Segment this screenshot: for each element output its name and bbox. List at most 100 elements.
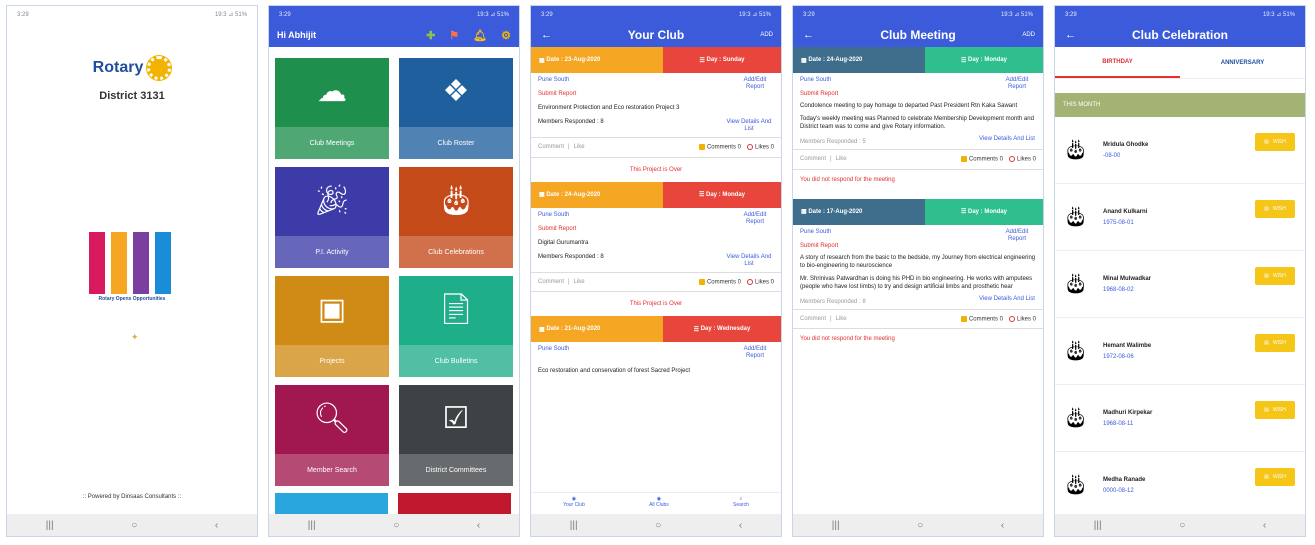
date-label: ▦ Date : 23-Aug-2020 xyxy=(531,47,663,73)
back-button[interactable]: ‹ xyxy=(739,520,742,531)
wish-button[interactable]: ▤ WISH xyxy=(1255,401,1295,419)
comment-button[interactable]: Comment xyxy=(800,316,826,322)
tile-p-i-activity[interactable]: 🎉︎ P.I. Activity xyxy=(275,167,389,268)
cake-icon: 🎂︎ xyxy=(436,184,476,217)
app-bar: ← Your Club ADD xyxy=(531,23,781,47)
submit-report-link[interactable]: Submit Report xyxy=(538,226,774,232)
like-button[interactable]: Like xyxy=(574,279,585,285)
response-note: You did not respond for the meeting xyxy=(800,336,895,343)
greeting: Hi Abhijit xyxy=(277,30,317,40)
home-button[interactable]: ○ xyxy=(393,520,399,531)
tile-club-roster[interactable]: ❖ Club Roster xyxy=(399,58,513,159)
rotary-wheel-icon[interactable]: ⚙ xyxy=(501,29,511,42)
home-button[interactable]: ○ xyxy=(917,520,923,531)
date-row: ▦ Date : 17-Aug-2020 ☰ Day : Monday xyxy=(793,198,1043,225)
comments-count[interactable]: Comments 0 xyxy=(960,156,1003,163)
likes-count[interactable]: Likes 0 xyxy=(746,144,774,151)
tile-club-celebrations[interactable]: 🎂︎ Club Celebrations xyxy=(399,167,513,268)
recents-button[interactable]: ||| xyxy=(308,520,316,531)
tile-member-search[interactable]: 🔍︎ Member Search xyxy=(275,385,389,486)
back-button[interactable]: ‹ xyxy=(215,520,218,531)
club-name: Pune South xyxy=(538,346,570,353)
view-details-link[interactable]: View Details And List xyxy=(978,136,1036,143)
wish-button[interactable]: ▤ WISH xyxy=(1255,133,1295,151)
wish-button[interactable]: ▤ WISH xyxy=(1255,200,1295,218)
tile-label: Club Bulletins xyxy=(399,345,513,377)
add-edit-report-link[interactable]: Add/Edit Report xyxy=(736,77,774,91)
add-edit-report-link[interactable]: Add/Edit Report xyxy=(736,346,774,360)
party-popper-icon: 🎉︎ xyxy=(312,184,352,217)
submit-report-link[interactable]: Submit Report xyxy=(800,91,1036,97)
like-button[interactable]: Like xyxy=(836,156,847,162)
submit-report-link[interactable]: Submit Report xyxy=(800,243,1036,249)
person-date: 1972-08-06 xyxy=(1103,353,1134,360)
likes-count[interactable]: Likes 0 xyxy=(1008,315,1036,322)
tile-district-committees[interactable]: ☑ District Committees xyxy=(399,385,513,486)
nav-all-clubs[interactable]: ◉ All Clubs xyxy=(649,493,669,514)
meeting-details: Mr. Shrinivas Patwardhan is doing his PH… xyxy=(800,275,1033,290)
comments-count[interactable]: Comments 0 xyxy=(698,278,741,285)
person-name: Madhuri Kirpekar xyxy=(1103,409,1153,416)
add-button[interactable]: ADD xyxy=(1022,32,1035,38)
club-name: Pune South xyxy=(538,77,570,83)
person-name: Mridula Ghodke xyxy=(1103,141,1149,148)
comment-button[interactable]: Comment xyxy=(538,144,564,150)
likes-count[interactable]: Likes 0 xyxy=(746,278,774,285)
comment-button[interactable]: Comment xyxy=(538,279,564,285)
view-details-link[interactable]: View Details And List xyxy=(724,254,774,268)
recents-button[interactable]: ||| xyxy=(832,520,840,531)
tab-anniversary[interactable]: ANNIVERSARY xyxy=(1180,47,1305,78)
wish-button[interactable]: ▤ WISH xyxy=(1255,267,1295,285)
brand-name: Rotary xyxy=(92,59,144,76)
comments-count[interactable]: Comments 0 xyxy=(960,315,1003,322)
back-button[interactable]: ‹ xyxy=(477,520,480,531)
back-button[interactable]: ‹ xyxy=(1001,520,1004,531)
splash-screen: 3:29 19:3 ⊿ 51% Rotary District 3131 Rota… xyxy=(6,5,258,537)
recents-button[interactable]: ||| xyxy=(570,520,578,531)
nav-your-club[interactable]: ◉ Your Club xyxy=(563,493,585,514)
home-button[interactable]: ○ xyxy=(655,520,661,531)
tile-club-meetings[interactable]: ☁ Club Meetings xyxy=(275,58,389,159)
view-details-link[interactable]: View Details And List xyxy=(724,119,774,133)
nav-search[interactable]: ⌕ Search xyxy=(733,493,749,514)
response-note: You did not respond for the meeting xyxy=(800,176,895,183)
person-date: 1975-08-01 xyxy=(1103,219,1134,226)
view-details-link[interactable]: View Details And List xyxy=(978,296,1036,303)
likes-count[interactable]: Likes 0 xyxy=(1008,156,1036,163)
flag-icon[interactable]: ⚑ xyxy=(449,29,459,42)
comment-button[interactable]: Comment xyxy=(800,156,826,162)
like-icon xyxy=(1008,156,1015,162)
home-button[interactable]: ○ xyxy=(1179,520,1185,531)
tab-birthday[interactable]: BIRTHDAY xyxy=(1055,47,1180,78)
submit-report-link[interactable]: Submit Report xyxy=(538,91,774,97)
members-responded: Members Responded : 5 xyxy=(800,139,866,145)
bell-icon[interactable]: 🔔︎ xyxy=(473,29,487,42)
home-button[interactable]: ○ xyxy=(131,520,137,531)
recents-button[interactable]: ||| xyxy=(46,520,54,531)
gift-icon: ▤ xyxy=(1264,139,1269,145)
bottom-nav: ◉ Your Club ◉ All Clubs ⌕ Search xyxy=(531,492,781,514)
add-button[interactable]: ADD xyxy=(760,32,773,38)
like-icon xyxy=(746,144,753,150)
comments-count[interactable]: Comments 0 xyxy=(698,144,741,151)
like-button[interactable]: Like xyxy=(836,316,847,322)
recents-button[interactable]: ||| xyxy=(1094,520,1102,531)
tile-club-bulletins[interactable]: 📄︎ Club Bulletins xyxy=(399,276,513,377)
tile-projects[interactable]: ▣ Projects xyxy=(275,276,389,377)
wish-button[interactable]: ▤ WISH xyxy=(1255,468,1295,486)
page-title: Club Meeting xyxy=(880,28,956,42)
like-button[interactable]: Like xyxy=(574,144,585,150)
puzzle-icon[interactable]: ✚ xyxy=(426,29,435,42)
person-date: 1968-08-02 xyxy=(1103,286,1134,293)
comment-icon xyxy=(698,278,705,285)
cake-icon: 🎂︎ xyxy=(1063,407,1089,429)
status-bar: 3:29 19:3 ⊿ 51% xyxy=(793,6,1043,23)
wish-button[interactable]: ▤ WISH xyxy=(1255,334,1295,352)
status-bar: 3:29 19:3 ⊿ 51% xyxy=(1055,6,1305,23)
back-button[interactable]: ‹ xyxy=(1263,520,1266,531)
day-label: ☰ Day : Monday xyxy=(924,47,1043,73)
add-edit-report-link[interactable]: Add/Edit Report xyxy=(736,212,774,226)
add-edit-report-link[interactable]: Add/Edit Report xyxy=(998,229,1036,243)
comment-bar: Comment | Like Comments 0 Likes 0 xyxy=(531,271,781,293)
add-edit-report-link[interactable]: Add/Edit Report xyxy=(998,77,1036,91)
